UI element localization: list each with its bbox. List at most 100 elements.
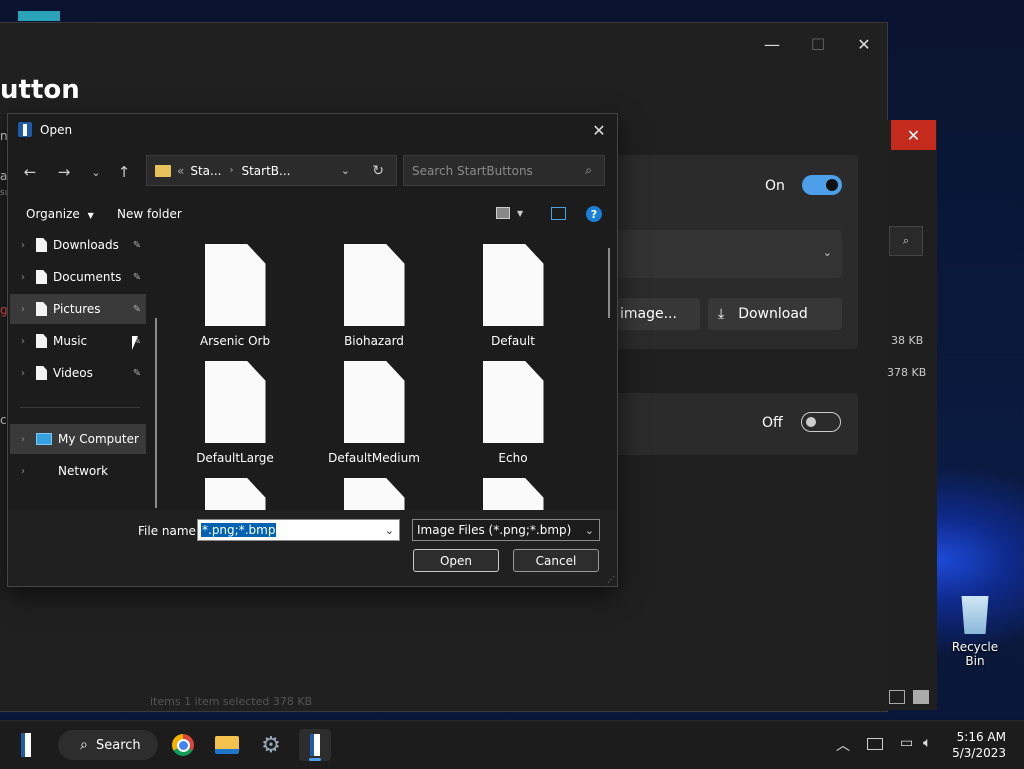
nav-item-music[interactable]: › Music ✎ xyxy=(10,326,146,356)
filename-label: File name: xyxy=(138,524,200,538)
breadcrumb-item[interactable]: Sta... xyxy=(190,164,221,178)
toggle-off-label: Off xyxy=(762,415,783,431)
breadcrumb-separator-icon: › xyxy=(229,165,234,176)
file-list-scrollbar[interactable] xyxy=(608,248,610,318)
nav-divider xyxy=(20,407,140,408)
search-input[interactable]: Search StartButtons ⌕ xyxy=(403,155,605,186)
nav-item-documents[interactable]: › Documents ✎ xyxy=(10,262,146,292)
open-button[interactable]: Open xyxy=(413,549,499,572)
change-view-icon[interactable] xyxy=(496,207,510,219)
nav-item-pictures[interactable]: › Pictures ✎ xyxy=(10,294,146,324)
active-indicator xyxy=(309,758,321,761)
chevron-down-icon: ⌄ xyxy=(822,246,832,259)
clock-date: 5/3/2023 xyxy=(952,746,1006,760)
filetype-select[interactable]: Image Files (*.png;*.bmp) ⌄ xyxy=(412,519,600,541)
back-arrow-icon[interactable]: ← xyxy=(18,160,42,184)
file-name: DefaultLarge xyxy=(196,451,274,465)
new-folder-label: New folder xyxy=(117,207,182,221)
browse-image-button[interactable]: image... xyxy=(616,298,700,330)
nav-item-videos[interactable]: › Videos ✎ xyxy=(10,358,146,388)
file-item[interactable] xyxy=(314,478,434,510)
preview-pane-icon[interactable] xyxy=(551,207,566,220)
tiles-view-icon[interactable] xyxy=(913,690,929,704)
settings-card-2: Off xyxy=(600,393,858,455)
filename-history-chevron-icon[interactable]: ⌄ xyxy=(385,524,394,537)
view-options-caret-icon[interactable]: ▼ xyxy=(517,209,523,218)
taskbar-search[interactable]: ⌕ Search xyxy=(58,730,158,760)
cancel-button-label: Cancel xyxy=(535,553,577,568)
new-folder-button[interactable]: New folder xyxy=(117,207,182,221)
file-item[interactable]: DefaultLarge xyxy=(175,361,295,465)
minimize-button[interactable]: — xyxy=(750,29,794,59)
start-button[interactable] xyxy=(10,729,42,761)
taskbar: ⌕ Search ⚙ ︿ ▭ 🔈︎ 5:16 AM 5/3/2023 xyxy=(0,720,1024,769)
file-explorer-app[interactable] xyxy=(211,729,243,761)
expand-chevron-icon[interactable]: › xyxy=(10,272,36,283)
cancel-button[interactable]: Cancel xyxy=(513,549,599,572)
file-item[interactable] xyxy=(175,478,295,510)
file-item[interactable] xyxy=(453,478,573,510)
pin-icon: ✎ xyxy=(132,271,142,283)
expand-chevron-icon[interactable]: › xyxy=(10,466,36,477)
expand-chevron-icon[interactable]: › xyxy=(10,240,36,251)
forward-arrow-icon[interactable]: → xyxy=(52,160,76,184)
file-icon xyxy=(204,361,266,443)
download-button[interactable]: ⤓ Download xyxy=(708,298,842,330)
file-name: Default xyxy=(491,334,535,348)
volume-icon[interactable]: 🔈︎ xyxy=(923,735,931,751)
show-hidden-icons-chevron-icon[interactable]: ︿ xyxy=(836,735,850,755)
explorer-close-button[interactable]: ✕ xyxy=(891,120,936,150)
expand-chevron-icon[interactable]: › xyxy=(10,304,36,315)
up-arrow-icon[interactable]: ↑ xyxy=(112,160,136,184)
help-icon[interactable]: ? xyxy=(586,206,602,222)
breadcrumb-overflow[interactable]: « xyxy=(177,164,184,178)
file-icon xyxy=(204,478,266,510)
taskbar-search-label: Search xyxy=(96,737,141,753)
expand-chevron-icon[interactable]: › xyxy=(10,368,36,379)
maximize-button[interactable]: ☐ xyxy=(796,29,840,59)
explorer-window-fragment: ⌕ 38 KB 378 KB xyxy=(887,120,937,710)
chrome-app[interactable] xyxy=(167,729,199,761)
close-button[interactable]: ✕ xyxy=(842,29,886,59)
documents-folder-icon xyxy=(36,270,47,284)
network-icon[interactable]: ▭ xyxy=(900,735,913,751)
expand-chevron-icon[interactable]: › xyxy=(10,434,36,445)
expand-chevron-icon[interactable]: › xyxy=(10,336,36,347)
refresh-icon[interactable]: ↻ xyxy=(372,163,384,179)
keyboard-icon[interactable] xyxy=(867,738,883,750)
search-icon[interactable]: ⌕ xyxy=(889,226,923,256)
resize-grip-icon[interactable]: ⋰ xyxy=(607,575,615,584)
dropdown[interactable]: ⌄ xyxy=(616,230,842,278)
nav-item-downloads[interactable]: › Downloads ✎ xyxy=(10,230,146,260)
toggle-switch-off[interactable] xyxy=(801,412,841,432)
nav-scrollbar[interactable] xyxy=(155,318,157,508)
clock-time: 5:16 AM xyxy=(956,730,1006,744)
address-dropdown-chevron-icon[interactable]: ⌄ xyxy=(341,164,350,177)
downloads-folder-icon xyxy=(36,238,47,252)
details-view-icon[interactable] xyxy=(889,690,905,704)
system-clock[interactable]: 5:16 AM 5/3/2023 xyxy=(952,729,1006,761)
breadcrumb-item[interactable]: StartB... xyxy=(241,164,290,178)
file-item[interactable]: Echo xyxy=(453,361,573,465)
desktop-icon-fragment xyxy=(18,11,60,21)
start-buttons-app[interactable] xyxy=(299,729,331,761)
recycle-bin-shortcut[interactable]: Recycle Bin xyxy=(942,596,1008,668)
nav-item-my-computer[interactable]: › My Computer xyxy=(10,424,146,454)
start-icon xyxy=(21,733,31,757)
toggle-switch-on[interactable] xyxy=(802,175,842,195)
settings-app[interactable]: ⚙ xyxy=(255,729,287,761)
address-bar[interactable]: « Sta... › StartB... ⌄ ↻ xyxy=(146,155,397,186)
nav-item-network[interactable]: › Network xyxy=(10,456,146,486)
pictures-folder-icon xyxy=(36,302,47,316)
filename-value: *.png;*.bmp xyxy=(201,523,277,537)
filename-input[interactable]: *.png;*.bmp ⌄ xyxy=(197,519,400,541)
page-title: utton xyxy=(0,75,80,105)
organize-button[interactable]: Organize ▼ xyxy=(26,207,94,221)
file-item[interactable]: DefaultMedium xyxy=(314,361,434,465)
file-item[interactable]: Biohazard xyxy=(314,244,434,348)
recent-locations-chevron-icon[interactable]: ⌄ xyxy=(84,160,108,184)
file-item[interactable]: Default xyxy=(453,244,573,348)
dialog-close-button[interactable]: ✕ xyxy=(587,118,611,142)
file-item[interactable]: Arsenic Orb xyxy=(175,244,295,348)
nav-item-label: Downloads xyxy=(53,238,119,252)
